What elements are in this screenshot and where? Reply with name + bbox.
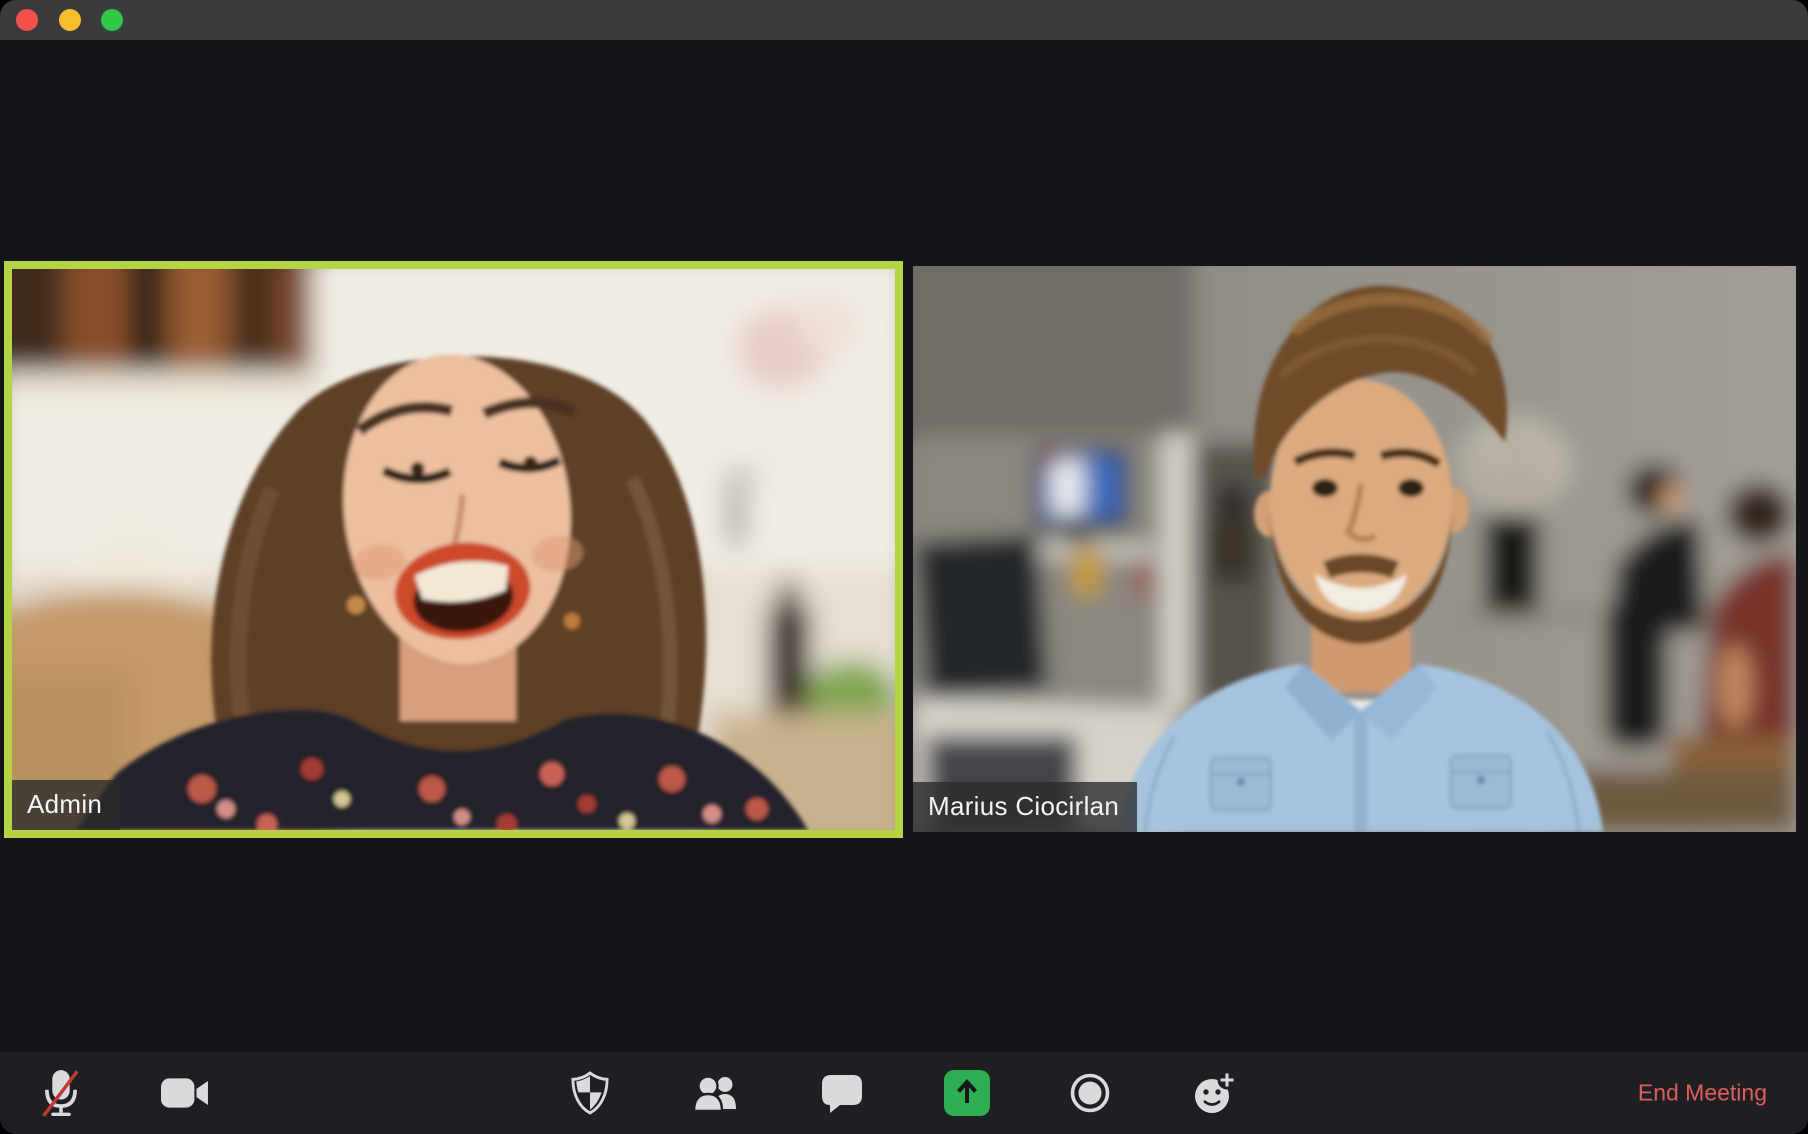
video-button[interactable]: [157, 1065, 213, 1121]
participants-icon: [694, 1075, 740, 1111]
record-icon: [1070, 1073, 1110, 1113]
reactions-smiley-icon: [1192, 1070, 1238, 1116]
participant-name-tag: Marius Ciocirlan: [913, 782, 1137, 832]
video-tile-marius[interactable]: Marius Ciocirlan: [913, 266, 1796, 832]
minimize-window-button[interactable]: [59, 9, 81, 31]
video-camera-icon: [161, 1076, 209, 1110]
record-button[interactable]: [1062, 1065, 1118, 1121]
meeting-window: Admin: [0, 0, 1808, 1134]
meeting-toolbar: End Meeting: [0, 1052, 1808, 1134]
admin-video-feed: [12, 269, 895, 830]
mute-button[interactable]: [33, 1065, 89, 1121]
marius-video-feed: [913, 266, 1796, 832]
video-tile-admin[interactable]: Admin: [4, 261, 903, 838]
share-screen-icon: [944, 1070, 990, 1116]
participant-name-tag: Admin: [12, 780, 120, 830]
security-button[interactable]: [562, 1065, 618, 1121]
microphone-muted-icon: [41, 1068, 81, 1118]
security-shield-icon: [571, 1071, 609, 1115]
participants-button[interactable]: [689, 1065, 745, 1121]
end-meeting-button[interactable]: End Meeting: [1638, 1080, 1767, 1107]
chat-bubble-icon: [821, 1073, 863, 1113]
chat-button[interactable]: [814, 1065, 870, 1121]
reactions-button[interactable]: [1187, 1065, 1243, 1121]
close-window-button[interactable]: [16, 9, 38, 31]
share-screen-button[interactable]: [939, 1065, 995, 1121]
zoom-window-button[interactable]: [101, 9, 123, 31]
titlebar: [0, 0, 1808, 40]
